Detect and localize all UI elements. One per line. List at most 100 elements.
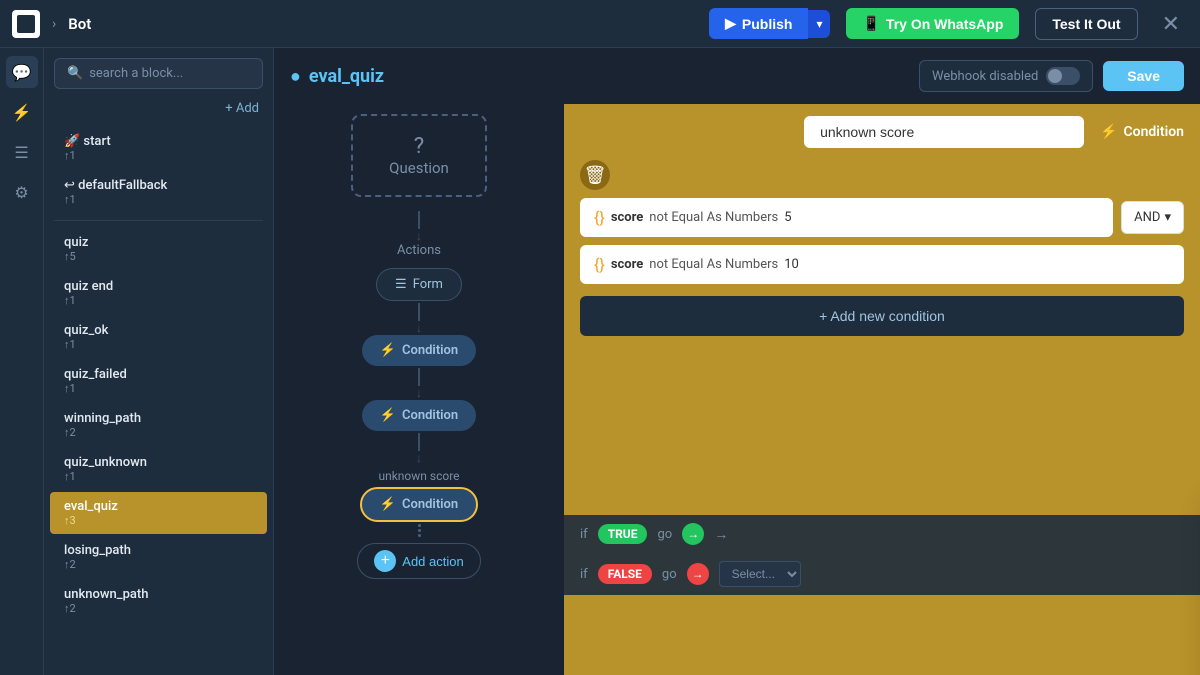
search-icon: 🔍 xyxy=(67,66,83,81)
webhook-toggle: Webhook disabled xyxy=(919,60,1093,92)
condition-icon-2: ⚡ xyxy=(380,408,396,423)
canvas-title-text: eval_quiz xyxy=(309,66,384,87)
webhook-switch[interactable] xyxy=(1046,67,1080,85)
dotted-line xyxy=(418,524,421,537)
rule-row-2: {} score not Equal As Numbers 10 xyxy=(580,245,1184,284)
form-icon: ☰ xyxy=(395,277,407,292)
condition-icon-1: ⚡ xyxy=(380,343,396,358)
condition-icon-3: ⚡ xyxy=(380,497,396,512)
sidebar-item-losing-path[interactable]: losing_path ↑2 xyxy=(50,536,267,578)
save-button[interactable]: Save xyxy=(1103,61,1184,91)
unknown-score-label: unknown score xyxy=(378,469,459,483)
condition-node-1[interactable]: ⚡ Condition xyxy=(362,335,476,366)
condition-text: Condition xyxy=(1124,124,1185,140)
go-false-text: go xyxy=(662,567,677,582)
search-block[interactable]: 🔍 search a block... xyxy=(54,58,263,89)
sidebar: 🔍 search a block... + Add 🚀 start ↑1 ↩ d… xyxy=(44,48,274,675)
canvas-toolbar: Webhook disabled Save xyxy=(919,60,1184,92)
form-node[interactable]: ☰ Form xyxy=(376,268,462,301)
add-condition-button[interactable]: + Add new condition xyxy=(580,296,1184,336)
true-badge: TRUE xyxy=(598,524,648,544)
condition-panel: ⚡ Condition 🗑 {} score not Equal As Numb… xyxy=(564,104,1200,675)
condition-label-1: Condition xyxy=(402,343,458,358)
publish-dropdown-button[interactable]: ▾ xyxy=(808,10,830,38)
delete-button[interactable]: 🗑 xyxy=(580,160,610,190)
add-button[interactable]: + Add xyxy=(44,97,273,126)
webhook-label: Webhook disabled xyxy=(932,69,1038,84)
condition-panel-label: ⚡ Condition xyxy=(1100,124,1184,140)
condition-icon: ⚡ xyxy=(1100,124,1117,140)
toggle-knob xyxy=(1048,69,1062,83)
condition-rules-area: 🗑 {} score not Equal As Numbers 5 AND ▾ xyxy=(564,160,1200,336)
true-arrow: → xyxy=(714,526,728,543)
false-path-select[interactable]: Select... xyxy=(719,561,801,587)
path-false-row: if FALSE go → Select... xyxy=(564,553,1200,595)
rule-val-1: 5 xyxy=(784,210,791,225)
whatsapp-icon: 📱 xyxy=(862,15,879,32)
rule-box-2[interactable]: {} score not Equal As Numbers 10 xyxy=(580,245,1184,284)
publish-group: ▶ Publish ▾ xyxy=(709,8,830,39)
breadcrumb-chevron: › xyxy=(52,16,56,32)
rule-key-1: score xyxy=(611,210,643,225)
condition-label-3: Condition xyxy=(402,497,458,512)
whatsapp-label: Try On WhatsApp xyxy=(886,16,1003,32)
rule-icon-1: {} xyxy=(594,208,605,227)
condition-header: ⚡ Condition xyxy=(564,104,1200,160)
paths-area: if TRUE go → → if FALSE go → xyxy=(564,515,1200,595)
connector-3: ↓ xyxy=(416,368,422,400)
go-true-text: go xyxy=(657,527,672,542)
connector-1: ↓ xyxy=(416,211,422,243)
connector-2: ↓ xyxy=(416,303,422,335)
and-label: AND xyxy=(1134,210,1160,225)
whatsapp-button[interactable]: 📱 Try On WhatsApp xyxy=(846,8,1019,39)
question-box[interactable]: ? Question xyxy=(351,114,487,197)
sidebar-item-eval-quiz[interactable]: eval_quiz ↑3 xyxy=(50,492,267,534)
form-label: Form xyxy=(413,277,443,292)
rule-box-1[interactable]: {} score not Equal As Numbers 5 xyxy=(580,198,1113,237)
condition-node-3[interactable]: ⚡ Condition xyxy=(360,487,478,522)
condition-name-input[interactable] xyxy=(804,116,1084,148)
icon-bar: 💬 ⚡ ☰ ⚙ xyxy=(0,48,44,675)
canvas: ● eval_quiz Webhook disabled Save ? Ques… xyxy=(274,48,1200,675)
flow-diagram: ? Question ↓ Actions ☰ Form ↓ ⚡ xyxy=(274,104,564,675)
icon-list[interactable]: ☰ xyxy=(6,136,38,168)
sidebar-item-quiz-ok[interactable]: quiz_ok ↑1 xyxy=(50,316,267,358)
sidebar-item-quiz-failed[interactable]: quiz_failed ↑1 xyxy=(50,360,267,402)
rule-op-1: not Equal As Numbers xyxy=(649,210,778,225)
sidebar-item-start[interactable]: 🚀 start ↑1 xyxy=(50,127,267,169)
canvas-header: ● eval_quiz Webhook disabled Save xyxy=(274,48,1200,104)
path-true-row: if TRUE go → → xyxy=(564,515,1200,553)
actions-label: Actions xyxy=(397,243,441,258)
icon-chat[interactable]: 💬 xyxy=(6,56,38,88)
question-label: Question xyxy=(389,159,449,177)
condition-label-2: Condition xyxy=(402,408,458,423)
close-button[interactable]: ✕ xyxy=(1154,7,1188,41)
connector-4: ↓ xyxy=(416,433,422,465)
publish-label: Publish xyxy=(742,16,793,32)
rule-icon-2: {} xyxy=(594,255,605,274)
sidebar-divider xyxy=(54,220,263,221)
true-circle: → xyxy=(682,523,704,545)
and-dropdown[interactable]: AND ▾ xyxy=(1121,201,1184,234)
test-button[interactable]: Test It Out xyxy=(1035,8,1137,40)
sidebar-item-quiz-unknown[interactable]: quiz_unknown ↑1 xyxy=(50,448,267,490)
sidebar-item-quiz[interactable]: quiz ↑5 xyxy=(50,228,267,270)
add-action-button[interactable]: + Add action xyxy=(357,543,480,579)
if-true-text: if xyxy=(580,527,588,542)
title-dot: ● xyxy=(290,66,301,87)
sidebar-item-defaultfallback[interactable]: ↩ defaultFallback ↑1 xyxy=(50,171,267,213)
sidebar-item-quiz-end[interactable]: quiz end ↑1 xyxy=(50,272,267,314)
rule-val-2: 10 xyxy=(784,257,799,272)
sidebar-item-unknown-path[interactable]: unknown_path ↑2 xyxy=(50,580,267,622)
and-chevron: ▾ xyxy=(1164,210,1171,225)
canvas-title: ● eval_quiz xyxy=(290,66,384,87)
condition-node-2[interactable]: ⚡ Condition xyxy=(362,400,476,431)
rule-row-1: {} score not Equal As Numbers 5 AND ▾ xyxy=(580,198,1184,237)
sidebar-item-winning-path[interactable]: winning_path ↑2 xyxy=(50,404,267,446)
publish-button[interactable]: ▶ Publish xyxy=(709,8,808,39)
rule-key-2: score xyxy=(611,257,643,272)
page-title: Bot xyxy=(68,15,91,33)
icon-bolt[interactable]: ⚡ xyxy=(6,96,38,128)
if-false-text: if xyxy=(580,567,588,582)
icon-settings[interactable]: ⚙ xyxy=(6,176,38,208)
